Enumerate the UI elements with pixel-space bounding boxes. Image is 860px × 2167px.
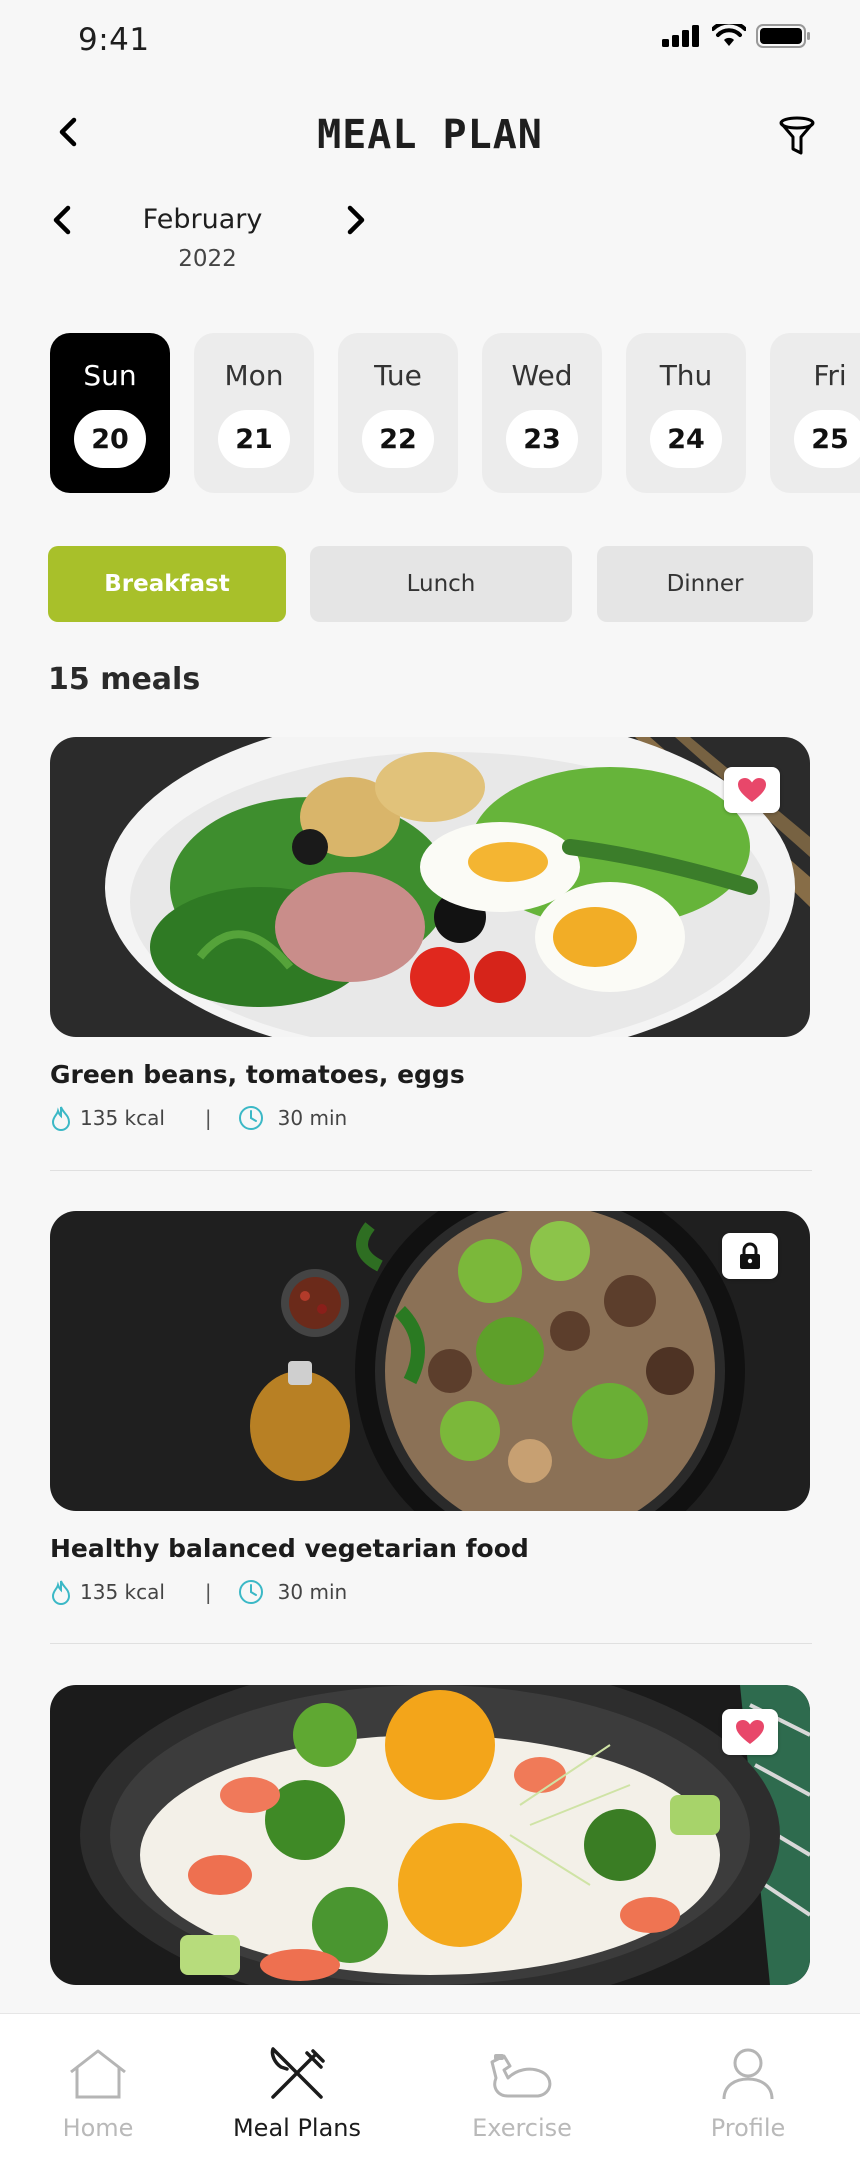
next-month-button[interactable] — [344, 203, 368, 241]
divider — [50, 1643, 812, 1644]
nav-label: Meal Plans — [232, 2114, 362, 2142]
meal-title[interactable]: Healthy balanced vegetarian food — [50, 1534, 529, 1563]
month-name: February — [142, 204, 263, 235]
meal-image[interactable] — [50, 737, 810, 1037]
favorite-button[interactable] — [722, 1709, 778, 1755]
tab-lunch[interactable]: Lunch — [310, 546, 572, 622]
nav-exercise[interactable]: Exercise — [432, 2014, 612, 2167]
day-name: Thu — [659, 359, 713, 392]
divider — [50, 1170, 812, 1171]
day-number: 20 — [74, 410, 146, 468]
month-year: 2022 — [178, 246, 237, 272]
wifi-icon — [712, 24, 746, 46]
lock-icon — [740, 1242, 760, 1269]
tab-breakfast[interactable]: Breakfast — [48, 546, 286, 622]
heart-icon — [738, 778, 766, 802]
meal-calories: 135 kcal — [80, 1106, 165, 1130]
nav-meal-plans[interactable]: Meal Plans — [207, 2014, 387, 2167]
meal-image[interactable] — [50, 1685, 810, 1985]
bottom-navigation: Home Meal Plans Exercise Profile — [0, 2013, 860, 2167]
battery-icon — [756, 24, 810, 48]
previous-month-button[interactable] — [50, 203, 74, 241]
day-name: Tue — [374, 359, 422, 392]
nav-label: Profile — [710, 2114, 786, 2142]
chevron-left-icon — [53, 205, 71, 235]
day-number: 25 — [794, 410, 860, 468]
day-card[interactable]: Thu 24 — [626, 333, 746, 493]
day-name: Mon — [224, 359, 284, 392]
day-card[interactable]: Tue 22 — [338, 333, 458, 493]
filter-button[interactable] — [772, 110, 822, 160]
meal-meta: 135 kcal | 30 min — [50, 1105, 347, 1131]
page-title: MEAL PLAN — [317, 112, 543, 158]
vegetarian-bowl-photo — [50, 1211, 810, 1511]
chevron-right-icon — [347, 205, 365, 235]
meta-separator: | — [204, 1580, 212, 1604]
meta-separator: | — [204, 1106, 212, 1130]
day-number: 22 — [362, 410, 434, 468]
nav-label: Exercise — [472, 2114, 572, 2142]
user-icon — [722, 2048, 774, 2100]
day-name: Fri — [813, 359, 847, 392]
day-name: Sun — [83, 359, 137, 392]
salad-photo — [50, 737, 810, 1037]
day-number: 24 — [650, 410, 722, 468]
meal-type-tabs: Breakfast Lunch Dinner — [48, 546, 813, 622]
signal-icon — [662, 25, 699, 47]
meal-title[interactable]: Green beans, tomatoes, eggs — [50, 1060, 465, 1089]
flame-icon — [51, 1580, 71, 1605]
flame-icon — [51, 1106, 71, 1131]
filter-icon — [779, 116, 815, 155]
meals-count: 15 meals — [48, 662, 201, 697]
flexed-arm-icon — [490, 2054, 552, 2098]
tab-dinner[interactable]: Dinner — [597, 546, 813, 622]
day-number: 21 — [218, 410, 290, 468]
fork-knife-icon — [270, 2047, 325, 2099]
nav-profile[interactable]: Profile — [658, 2014, 838, 2167]
status-icons — [662, 24, 812, 48]
meal-calories: 135 kcal — [80, 1580, 165, 1604]
meal-duration: 30 min — [277, 1580, 348, 1604]
meal-meta: 135 kcal | 30 min — [50, 1579, 347, 1605]
day-selector: Sun 20 Mon 21 Tue 22 Wed 23 Thu 24 Fri 2… — [50, 333, 860, 493]
eggs-salmon-photo — [50, 1685, 810, 1985]
clock-icon — [238, 1580, 263, 1604]
day-card[interactable]: Fri 25 — [770, 333, 860, 493]
favorite-button[interactable] — [724, 767, 780, 813]
clock-icon — [238, 1106, 263, 1130]
day-card[interactable]: Wed 23 — [482, 333, 602, 493]
day-card[interactable]: Mon 21 — [194, 333, 314, 493]
locked-badge[interactable] — [722, 1233, 778, 1279]
day-number: 23 — [506, 410, 578, 468]
meal-image[interactable] — [50, 1211, 810, 1511]
nav-home[interactable]: Home — [8, 2014, 188, 2167]
heart-icon — [736, 1720, 764, 1744]
day-card[interactable]: Sun 20 — [50, 333, 170, 493]
nav-label: Home — [62, 2114, 134, 2142]
day-name: Wed — [511, 359, 573, 392]
status-time: 9:41 — [78, 22, 150, 58]
home-icon — [70, 2049, 126, 2099]
meal-duration: 30 min — [277, 1106, 348, 1130]
